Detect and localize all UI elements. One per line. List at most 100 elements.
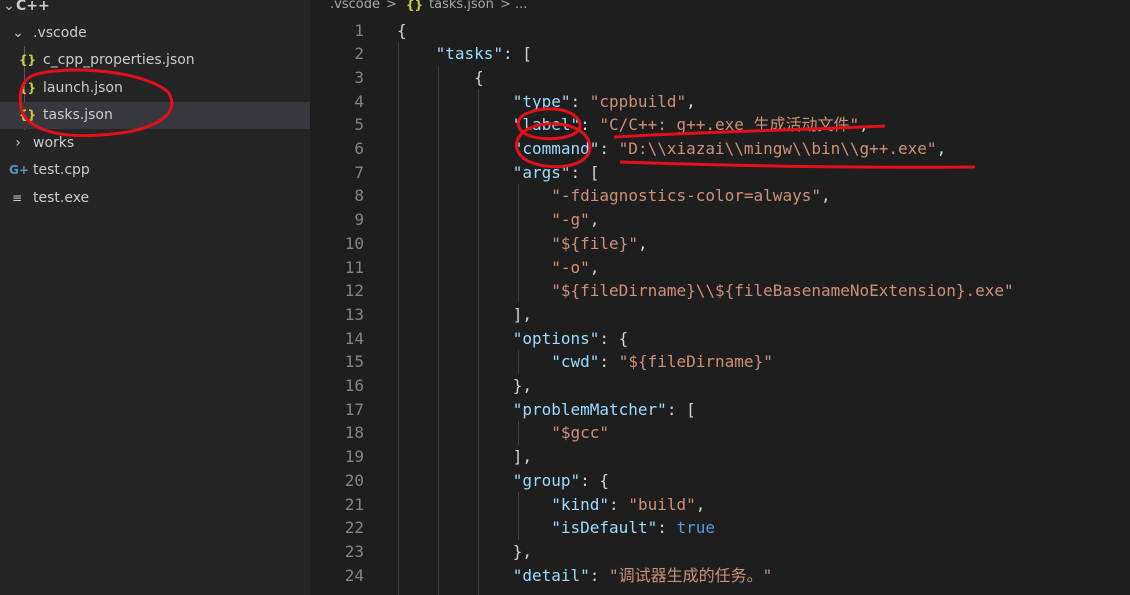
tree-item-test-cpp[interactable]: G+ test.cpp <box>0 157 310 184</box>
code-text[interactable]: "detail": "调试器生成的任务。" <box>397 564 773 588</box>
line-number: 1 <box>354 20 364 40</box>
json-braces-icon: {} <box>406 0 424 12</box>
line-number: 6 <box>354 139 364 158</box>
line-number: 21 <box>344 494 364 514</box>
tree-root-label: C++ <box>16 0 50 14</box>
line-number: 24 <box>344 565 364 585</box>
tree-item-c-cpp-properties[interactable]: {} c_cpp_properties.json <box>0 47 310 74</box>
code-line[interactable]: 1{ <box>310 19 1130 43</box>
code-text[interactable]: "${file}", <box>397 232 647 256</box>
line-number: 15 <box>344 352 364 372</box>
tree-item-label: test.exe <box>33 190 90 206</box>
line-number: 23 <box>344 541 364 561</box>
line-number: 18 <box>344 423 364 443</box>
tree-item-label: c_cpp_properties.json <box>43 52 195 68</box>
breadcrumb-separator: > <box>500 0 511 12</box>
tree-item-label: tasks.json <box>43 107 113 123</box>
code-text[interactable]: "-o", <box>397 256 599 280</box>
code-text[interactable]: "args": [ <box>397 161 600 185</box>
chevron-right-icon: › <box>15 135 21 151</box>
code-text[interactable]: "type": "cppbuild", <box>397 90 696 114</box>
code-text[interactable]: "isDefault": true <box>397 516 715 540</box>
line-number: 3 <box>354 67 364 87</box>
code-editor[interactable]: .vscode > {} tasks.json > ... 1{2 "tasks… <box>310 0 1130 595</box>
line-number: 17 <box>344 399 364 419</box>
breadcrumb: .vscode > {} tasks.json > ... <box>310 0 1130 14</box>
tree-item-label: test.cpp <box>33 162 90 178</box>
tree-item-label: works <box>33 135 75 151</box>
binary-file-icon: ≡ <box>11 191 23 205</box>
code-text[interactable]: "${fileDirname}\\${fileBasenameNoExtensi… <box>397 279 1013 303</box>
code-text[interactable]: "problemMatcher": [ <box>397 398 696 422</box>
code-text[interactable]: "$gcc" <box>397 421 609 445</box>
tree-item-tasks-json[interactable]: {} tasks.json <box>0 102 310 129</box>
line-number: 14 <box>344 328 364 348</box>
code-text[interactable]: "command": "D:\\xiazai\\mingw\\bin\\g++.… <box>397 137 947 161</box>
code-text[interactable]: "kind": "build", <box>397 493 705 517</box>
code-line[interactable]: 3 { <box>310 66 1130 90</box>
tree-item-works[interactable]: › works <box>0 130 310 157</box>
json-braces-icon: {} <box>19 53 37 67</box>
code-text[interactable]: }, <box>397 540 532 564</box>
code-line[interactable]: 18 "$gcc" <box>310 421 1130 445</box>
code-text[interactable]: ], <box>397 303 532 327</box>
line-number: 19 <box>344 447 364 467</box>
code-text[interactable]: { <box>397 19 407 43</box>
code-line[interactable]: 8 "-fdiagnostics-color=always", <box>310 184 1130 208</box>
code-line[interactable]: 11 "-o", <box>310 256 1130 280</box>
tree-item-label: .vscode <box>33 25 87 41</box>
code-text[interactable]: "-g", <box>397 208 599 232</box>
json-braces-icon: {} <box>19 108 37 122</box>
code-line[interactable]: 4 "type": "cppbuild", <box>310 90 1130 114</box>
code-line[interactable]: 21 "kind": "build", <box>310 493 1130 517</box>
chevron-down-icon: ⌄ <box>3 0 15 14</box>
code-text[interactable]: { <box>397 66 484 90</box>
code-line[interactable]: 23 }, <box>310 540 1130 564</box>
code-line[interactable]: 2 "tasks": [ <box>310 42 1130 66</box>
code-line[interactable]: 15 "cwd": "${fileDirname}" <box>310 350 1130 374</box>
chevron-down-icon: ⌄ <box>12 25 24 41</box>
code-line[interactable]: 6 "command": "D:\\xiazai\\mingw\\bin\\g+… <box>310 137 1130 161</box>
tree-root-cpp[interactable]: ⌄ C++ <box>0 0 310 20</box>
code-line[interactable]: 24 "detail": "调试器生成的任务。" <box>310 564 1130 588</box>
breadcrumb-ellipsis[interactable]: ... <box>515 0 527 11</box>
tree-item-vscode[interactable]: ⌄ .vscode <box>0 20 310 47</box>
code-line[interactable]: 13 ], <box>310 303 1130 327</box>
code-text[interactable]: "-fdiagnostics-color=always", <box>397 184 830 208</box>
code-text[interactable]: "group": { <box>397 469 609 493</box>
code-line[interactable]: 16 }, <box>310 374 1130 398</box>
breadcrumb-folder[interactable]: .vscode <box>330 0 380 11</box>
code-line[interactable]: 5 "label": "C/C++: g++.exe 生成活动文件", <box>310 113 1130 137</box>
code-line[interactable]: 20 "group": { <box>310 469 1130 493</box>
code-text[interactable]: ], <box>397 445 532 469</box>
line-number: 2 <box>354 44 364 64</box>
tree-item-launch-json[interactable]: {} launch.json <box>0 75 310 102</box>
tree-item-test-exe[interactable]: ≡ test.exe <box>0 185 310 212</box>
code-text[interactable]: "label": "C/C++: g++.exe 生成活动文件", <box>397 113 869 137</box>
code-line[interactable]: 22 "isDefault": true <box>310 516 1130 540</box>
tree-item-label: launch.json <box>43 80 123 96</box>
explorer-sidebar: ⌄ C++ ⌄ .vscode {} c_cpp_properties.json… <box>0 0 310 595</box>
line-number: 10 <box>344 233 364 253</box>
cpp-file-icon: G+ <box>9 163 29 177</box>
line-number: 11 <box>344 257 364 277</box>
json-braces-icon: {} <box>19 81 37 95</box>
code-text[interactable]: "tasks": [ <box>397 42 532 66</box>
code-text[interactable]: "cwd": "${fileDirname}" <box>397 350 773 374</box>
code-line[interactable]: 17 "problemMatcher": [ <box>310 398 1130 422</box>
breadcrumb-separator: > <box>386 0 397 12</box>
line-number: 4 <box>354 91 364 111</box>
line-number: 16 <box>344 376 364 395</box>
code-text[interactable]: "options": { <box>397 327 629 351</box>
code-line[interactable]: 9 "-g", <box>310 208 1130 232</box>
code-line[interactable]: 14 "options": { <box>310 327 1130 351</box>
code-line[interactable]: 7 "args": [ <box>310 161 1130 185</box>
code-line[interactable]: 12 "${fileDirname}\\${fileBasenameNoExte… <box>310 279 1130 303</box>
line-number: 5 <box>354 115 364 135</box>
code-line[interactable]: 19 ], <box>310 445 1130 469</box>
code-text[interactable]: }, <box>397 374 532 398</box>
breadcrumb-file[interactable]: tasks.json <box>429 0 494 11</box>
code-line[interactable]: 10 "${file}", <box>310 232 1130 256</box>
line-number: 7 <box>354 162 364 182</box>
line-number: 9 <box>354 210 364 230</box>
